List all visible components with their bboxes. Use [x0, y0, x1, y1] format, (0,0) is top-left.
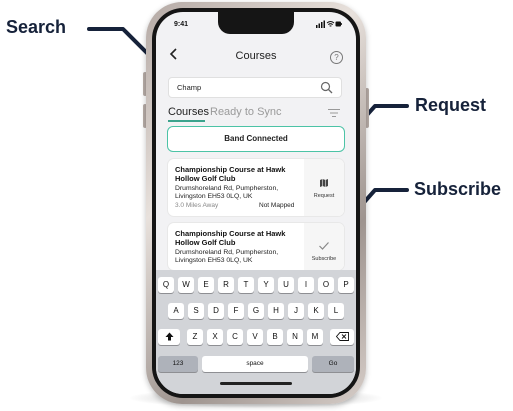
course-map-status: Not Mapped — [259, 202, 295, 209]
go-key[interactable]: Go — [312, 356, 354, 372]
status-time: 9:41 — [174, 21, 189, 28]
key-f[interactable]: F — [228, 303, 244, 319]
key-t[interactable]: T — [238, 277, 254, 293]
signal-icon — [316, 20, 325, 28]
course-card[interactable]: Championship Course at Hawk Hollow Golf … — [168, 159, 344, 216]
request-callout: Request — [415, 95, 487, 115]
key-s[interactable]: S — [188, 303, 204, 319]
phone-screen: 9:41 Courses ? Champ Courses Ready to Sy… — [156, 12, 356, 394]
subscribe-button[interactable]: Subscribe — [304, 223, 344, 270]
key-l[interactable]: L — [328, 303, 344, 319]
tabs: Courses Ready to Sync — [168, 106, 344, 122]
course-address: Drumshoreland Rd, Pumpherston, Livingsto… — [175, 185, 279, 200]
subscribe-callout: Subscribe — [414, 179, 502, 199]
key-x[interactable]: X — [207, 329, 223, 345]
key-e[interactable]: E — [198, 277, 214, 293]
course-title: Championship Course at Hawk Hollow Golf … — [175, 229, 286, 247]
backspace-icon — [335, 332, 349, 342]
key-r[interactable]: R — [218, 277, 234, 293]
subscribe-label: Subscribe — [311, 256, 337, 262]
key-b[interactable]: B — [267, 329, 283, 345]
tab-courses[interactable]: Courses — [168, 106, 209, 118]
shift-icon — [165, 332, 173, 341]
key-c[interactable]: C — [227, 329, 243, 345]
home-indicator — [220, 382, 292, 385]
band-connected-status: Band Connected — [167, 126, 345, 152]
wifi-icon — [326, 21, 335, 27]
help-icon[interactable]: ? — [330, 51, 343, 64]
search-callout: Search — [6, 17, 67, 37]
course-title: Championship Course at Hawk Hollow Golf … — [175, 165, 286, 183]
course-card[interactable]: Championship Course at Hawk Hollow Golf … — [168, 223, 344, 270]
request-label: Request — [313, 193, 335, 199]
delete-key[interactable] — [330, 329, 354, 345]
search-icon[interactable] — [320, 81, 333, 94]
filter-icon[interactable] — [328, 108, 340, 118]
search-input[interactable]: Champ — [168, 77, 342, 98]
key-v[interactable]: V — [247, 329, 263, 345]
key-j[interactable]: J — [288, 303, 304, 319]
key-m[interactable]: M — [307, 329, 323, 345]
key-a[interactable]: A — [168, 303, 184, 319]
key-o[interactable]: O — [318, 277, 334, 293]
key-z[interactable]: Z — [187, 329, 203, 345]
battery-icon — [335, 21, 342, 27]
tab-ready-to-sync[interactable]: Ready to Sync — [210, 106, 282, 118]
key-d[interactable]: D — [208, 303, 224, 319]
course-address: Drumshoreland Rd, Pumpherston, Livingsto… — [175, 249, 279, 264]
active-tab-underline — [168, 120, 205, 122]
shift-key[interactable] — [158, 329, 180, 345]
key-p[interactable]: P — [338, 277, 354, 293]
key-g[interactable]: G — [248, 303, 264, 319]
key-q[interactable]: Q — [158, 277, 174, 293]
search-input-value: Champ — [177, 83, 202, 92]
map-icon — [320, 179, 328, 187]
key-n[interactable]: N — [287, 329, 303, 345]
checkmark-icon — [319, 242, 329, 250]
status-icons — [316, 20, 342, 28]
request-button[interactable]: Request — [304, 159, 344, 216]
keyboard: Q W E R T Y U I O P A S D F G H J K L Z … — [156, 270, 356, 394]
key-k[interactable]: K — [308, 303, 324, 319]
key-i[interactable]: I — [298, 277, 314, 293]
numbers-key[interactable]: 123 — [158, 356, 198, 372]
key-u[interactable]: U — [278, 277, 294, 293]
course-distance: 3.0 Miles Away — [175, 202, 219, 209]
page-title: Courses — [235, 50, 277, 62]
key-y[interactable]: Y — [258, 277, 274, 293]
notch — [218, 12, 294, 34]
key-w[interactable]: W — [178, 277, 194, 293]
space-key[interactable]: space — [202, 356, 308, 372]
key-h[interactable]: H — [268, 303, 284, 319]
